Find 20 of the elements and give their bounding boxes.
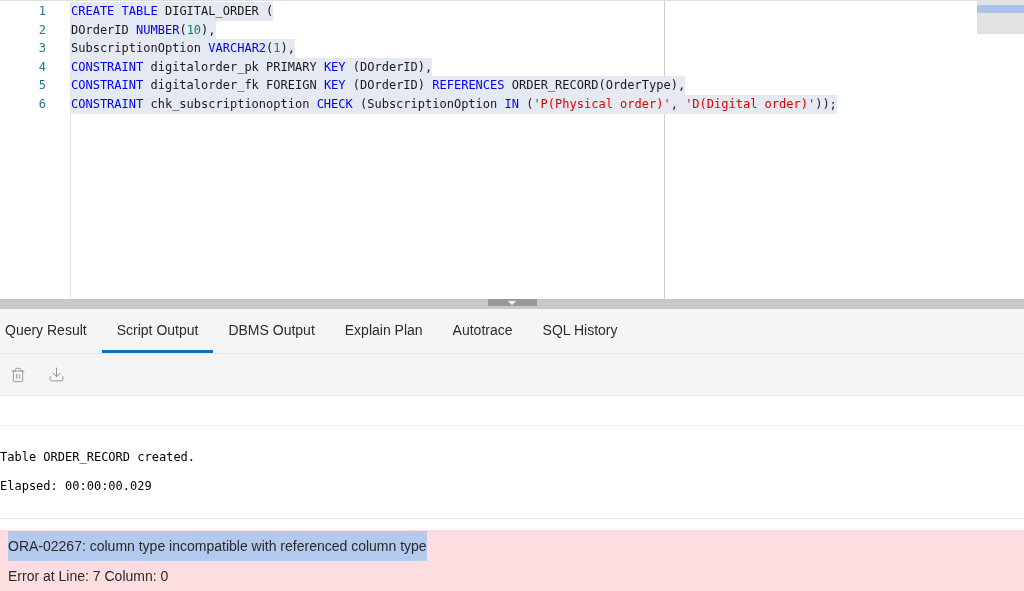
caret-icon bbox=[508, 300, 516, 305]
output-line: Table ORDER_RECORD created. bbox=[0, 449, 197, 467]
line-number: 6 bbox=[37, 95, 46, 113]
minimap[interactable] bbox=[977, 1, 1024, 34]
trash-icon[interactable] bbox=[10, 366, 26, 383]
tab[interactable]: SQL History bbox=[527, 311, 633, 354]
error-message: ORA-02267: column type incompatible with referenced column type bbox=[8, 531, 427, 561]
tab[interactable]: DBMS Output bbox=[213, 311, 330, 354]
tab[interactable]: Query Result bbox=[0, 311, 102, 354]
output-line: Elapsed: 00:00:00.029 bbox=[0, 478, 153, 496]
splitter[interactable] bbox=[0, 299, 1024, 310]
line-number: 5 bbox=[37, 77, 46, 95]
line-number: 2 bbox=[37, 21, 46, 39]
download-icon[interactable] bbox=[48, 366, 65, 384]
line-number: 1 bbox=[37, 3, 46, 20]
tab[interactable]: Explain Plan bbox=[329, 311, 438, 354]
line-number: 4 bbox=[37, 58, 46, 76]
error-location: Error at Line: 7 Column: 0 bbox=[8, 567, 170, 586]
tab[interactable]: Autotrace bbox=[437, 311, 528, 354]
line-number: 3 bbox=[37, 40, 46, 58]
